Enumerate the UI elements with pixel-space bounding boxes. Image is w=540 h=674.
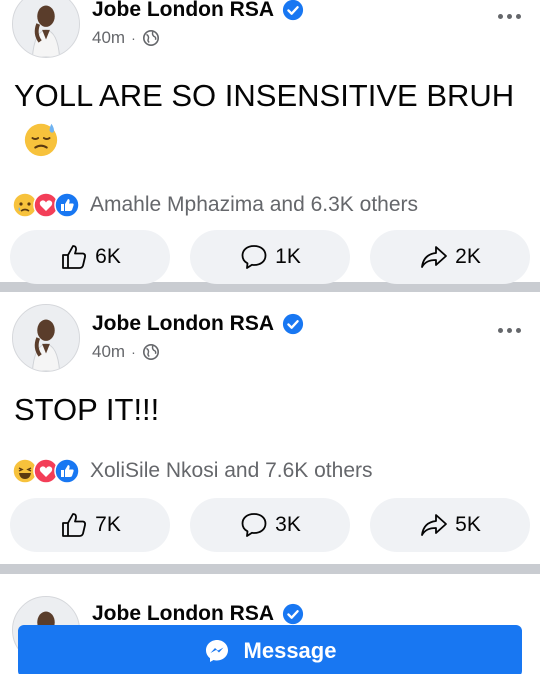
comment-count: 1K [275, 245, 301, 268]
meta-separator: · [131, 30, 136, 46]
post-meta: 40m · [92, 342, 160, 362]
share-button[interactable]: 5K [370, 498, 530, 552]
author-row: Jobe London RSA [92, 312, 304, 336]
like-button[interactable]: 6K [10, 230, 170, 284]
post-time[interactable]: 40m [92, 28, 125, 48]
verified-badge-icon [282, 603, 304, 625]
globe-icon [142, 343, 159, 361]
avatar[interactable] [12, 0, 80, 58]
more-options-icon[interactable] [498, 14, 524, 22]
comment-button[interactable]: 1K [190, 230, 350, 284]
avatar[interactable] [12, 304, 80, 372]
like-count: 7K [95, 513, 121, 536]
message-button[interactable]: Message [18, 625, 522, 674]
post-text-content: STOP IT!!! [14, 392, 160, 427]
share-count: 2K [455, 245, 481, 268]
author-row: Jobe London RSA [92, 602, 304, 626]
reactions-summary[interactable]: XoliSile Nkosi and 7.6K others [12, 458, 373, 484]
share-count: 5K [455, 513, 481, 536]
like-reaction-icon [54, 458, 80, 484]
reactions-summary-text[interactable]: XoliSile Nkosi and 7.6K others [90, 459, 373, 483]
author-name[interactable]: Jobe London RSA [92, 312, 274, 336]
downcast-face-with-sweat-emoji [24, 123, 58, 157]
comment-icon [241, 245, 267, 269]
share-icon [421, 514, 448, 536]
post-actions: 7K 3K 5K [10, 498, 530, 552]
post: Jobe London RSA 40m · STOP IT!!! XoliSil… [0, 292, 540, 564]
share-button[interactable]: 2K [370, 230, 530, 284]
post-meta: 40m · [92, 28, 160, 48]
author-name[interactable]: Jobe London RSA [92, 0, 274, 22]
messenger-icon [205, 640, 228, 662]
news-feed: Jobe London RSA 40m · YOLL ARE SO INSENS… [0, 0, 540, 674]
message-button-label: Message [243, 638, 337, 663]
verified-badge-icon [282, 0, 304, 21]
reactions-summary-text[interactable]: Amahle Mphazima and 6.3K others [90, 193, 418, 217]
author-name[interactable]: Jobe London RSA [92, 602, 274, 626]
more-options-icon[interactable] [498, 328, 524, 336]
verified-badge-icon [282, 313, 304, 335]
post-text-content: YOLL ARE SO INSENSITIVE BRUH [14, 78, 515, 113]
reaction-icons [12, 192, 84, 218]
comment-icon [241, 513, 267, 537]
post-actions: 6K 1K 2K [10, 230, 530, 284]
post-time[interactable]: 40m [92, 342, 125, 362]
post: Jobe London RSA 40m · YOLL ARE SO INSENS… [0, 0, 540, 284]
author-row: Jobe London RSA [92, 0, 304, 22]
post-separator [0, 564, 540, 574]
reactions-summary[interactable]: Amahle Mphazima and 6.3K others [12, 192, 418, 218]
like-reaction-icon [54, 192, 80, 218]
comment-button[interactable]: 3K [190, 498, 350, 552]
post-text: STOP IT!!! [14, 388, 520, 432]
meta-separator: · [131, 344, 136, 360]
comment-count: 3K [275, 513, 301, 536]
reaction-icons [12, 458, 84, 484]
post-text: YOLL ARE SO INSENSITIVE BRUH [14, 74, 520, 162]
globe-icon [142, 29, 159, 47]
like-button[interactable]: 7K [10, 498, 170, 552]
thumbs-up-icon [62, 245, 87, 269]
share-icon [421, 246, 448, 268]
like-count: 6K [95, 245, 121, 268]
thumbs-up-icon [62, 513, 87, 537]
